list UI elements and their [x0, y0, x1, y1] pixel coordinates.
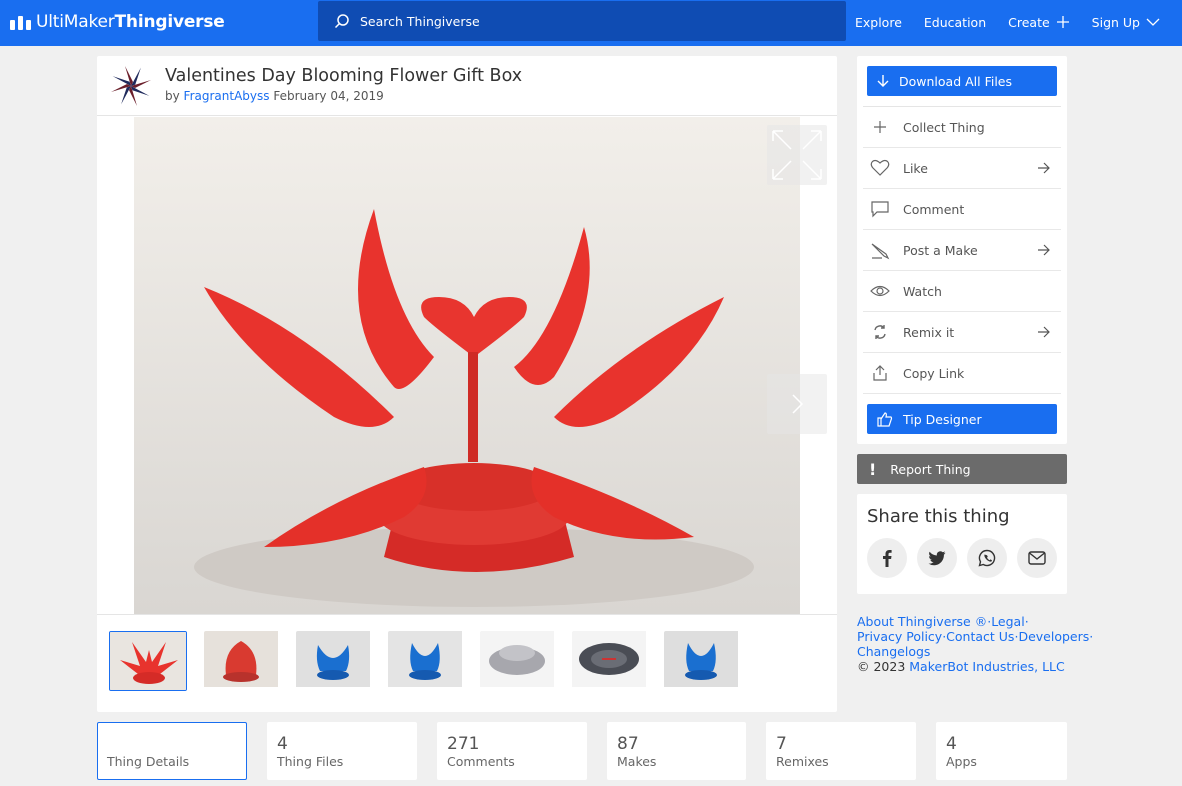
thumbnail[interactable]	[572, 631, 650, 691]
nav-education[interactable]: Education	[924, 12, 986, 32]
footer-developers-link[interactable]: Developers	[1018, 629, 1089, 644]
remixes-count: 7	[776, 734, 787, 754]
brand-name-bold: Thingiverse	[114, 12, 225, 32]
author-link[interactable]: FragrantAbyss	[184, 89, 270, 103]
twitter-icon	[928, 550, 946, 565]
share-title: Share this thing	[867, 506, 1010, 527]
search-input[interactable]	[360, 13, 820, 29]
copyright-text: © 2023	[857, 659, 910, 674]
thumbnail[interactable]	[109, 631, 187, 691]
make-icon	[869, 240, 891, 260]
whatsapp-icon	[978, 549, 996, 567]
remix-icon	[869, 324, 891, 340]
brand-logo[interactable]: UltiMaker Thingiverse	[10, 10, 225, 34]
comment-button[interactable]: Comment	[863, 189, 1061, 230]
footer-privacy-link[interactable]: Privacy Policy	[857, 629, 942, 644]
like-button[interactable]: Like	[863, 148, 1061, 189]
share-upload-icon	[869, 365, 891, 381]
exclamation-icon: !	[869, 459, 877, 479]
share-facebook-button[interactable]	[867, 538, 907, 578]
plus-icon	[1056, 16, 1069, 28]
flower-photo	[134, 117, 800, 614]
thumbnail[interactable]	[388, 631, 466, 691]
download-all-files-button[interactable]: Download All Files	[867, 66, 1057, 96]
brand-name-light: UltiMaker	[36, 12, 115, 32]
share-whatsapp-button[interactable]	[967, 538, 1007, 578]
tab-remixes[interactable]: 7 Remixes	[766, 722, 916, 780]
footer-company-link[interactable]: MakerBot Industries, LLC	[909, 659, 1064, 674]
tab-comments[interactable]: 271 Comments	[437, 722, 587, 780]
actions-panel: Download All Files Collect Thing Like Co…	[857, 56, 1067, 444]
main-nav: Explore Education Create Sign Up	[833, 12, 1160, 32]
tab-apps[interactable]: 4 Apps	[936, 722, 1067, 780]
share-twitter-button[interactable]	[917, 538, 957, 578]
byline: by FragrantAbyss February 04, 2019	[165, 89, 384, 103]
expand-icon	[772, 130, 822, 180]
thing-main-card: Valentines Day Blooming Flower Gift Box …	[97, 56, 837, 712]
thing-files-count: 4	[277, 734, 288, 754]
email-icon	[1028, 551, 1046, 565]
designer-avatar[interactable]	[107, 62, 155, 110]
plus-icon	[869, 120, 891, 134]
footer-changelogs-link[interactable]: Changelogs	[857, 644, 930, 659]
ultimaker-logo-icon	[10, 14, 32, 30]
publish-date: February 04, 2019	[269, 89, 384, 103]
search-bar[interactable]	[318, 1, 846, 41]
remix-button[interactable]: Remix it	[863, 312, 1061, 353]
arrow-right-icon	[1038, 244, 1050, 256]
thumbnail[interactable]	[480, 631, 558, 691]
comment-icon	[869, 200, 891, 218]
tab-thing-details[interactable]: Thing Details	[97, 722, 247, 780]
post-a-make-button[interactable]: Post a Make	[863, 230, 1061, 271]
thumbnail[interactable]	[664, 631, 742, 691]
nav-explore[interactable]: Explore	[855, 12, 902, 32]
thing-title: Valentines Day Blooming Flower Gift Box	[165, 66, 523, 86]
download-arrow-icon	[877, 75, 889, 87]
footer-contact-link[interactable]: Contact Us	[946, 629, 1014, 644]
divider	[97, 614, 837, 615]
watch-button[interactable]: Watch	[863, 271, 1061, 312]
nav-sign-up[interactable]: Sign Up	[1092, 12, 1160, 32]
top-navigation-bar: UltiMaker Thingiverse Explore Education …	[0, 0, 1182, 46]
tip-designer-button[interactable]: Tip Designer	[867, 404, 1057, 434]
report-thing-button[interactable]: ! Report Thing	[857, 454, 1067, 484]
thumbnail[interactable]	[204, 631, 282, 691]
footer-links: About Thingiverse ®·Legal· Privacy Polic…	[857, 614, 1094, 674]
thumbnail[interactable]	[296, 631, 374, 691]
nav-create[interactable]: Create	[1008, 12, 1070, 32]
tab-thing-files[interactable]: 4 Thing Files	[267, 722, 417, 780]
divider	[97, 115, 837, 116]
comments-count: 271	[447, 734, 480, 754]
chevron-down-icon	[1146, 18, 1160, 26]
search-icon	[334, 14, 349, 29]
tab-makes[interactable]: 87 Makes	[607, 722, 746, 780]
apps-count: 4	[946, 734, 957, 754]
share-panel: Share this thing	[857, 494, 1067, 594]
main-thing-image[interactable]	[134, 117, 800, 614]
footer-legal-link[interactable]: Legal	[991, 614, 1025, 629]
eye-icon	[869, 284, 891, 298]
share-email-button[interactable]	[1017, 538, 1057, 578]
copy-link-button[interactable]: Copy Link	[863, 353, 1061, 394]
heart-icon	[869, 159, 891, 177]
facebook-icon	[883, 550, 892, 567]
makes-count: 87	[617, 734, 639, 754]
next-image-button[interactable]	[767, 374, 827, 434]
fullscreen-button[interactable]	[767, 125, 827, 185]
collect-thing-button[interactable]: Collect Thing	[863, 107, 1061, 148]
arrow-right-icon	[1038, 162, 1050, 174]
thumbs-up-icon	[877, 412, 893, 427]
arrow-right-icon	[1038, 326, 1050, 338]
footer-about-link[interactable]: About Thingiverse ®	[857, 614, 987, 629]
chevron-right-icon	[792, 394, 804, 414]
